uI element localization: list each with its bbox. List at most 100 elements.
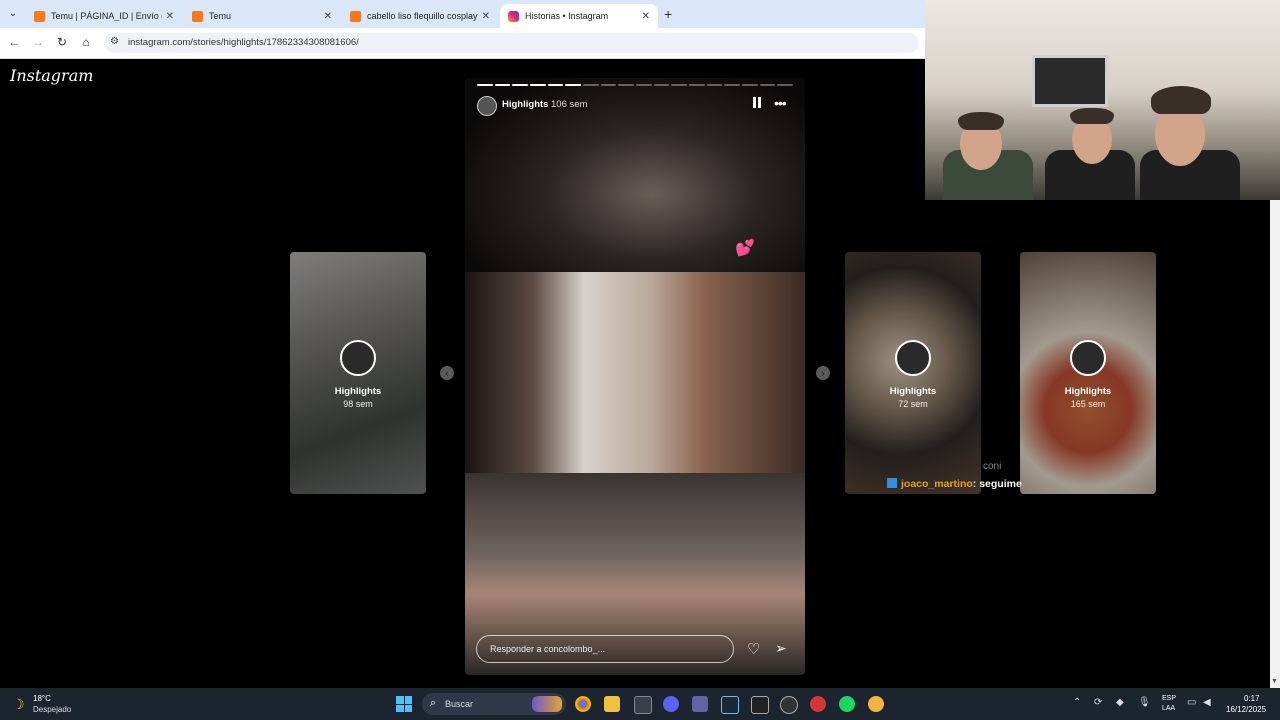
volume-icon[interactable]: ◀ — [1203, 697, 1211, 708]
teams-icon[interactable] — [692, 696, 708, 712]
story-username[interactable]: Highlights — [502, 99, 548, 110]
new-tab-plus-icon[interactable]: + — [664, 6, 672, 22]
weather-temperature[interactable]: 18°C — [33, 694, 51, 703]
browser-tab-temu-3[interactable]: cabello liso flequillo cosplay fle ✕ — [342, 4, 498, 28]
close-tab-icon[interactable]: ✕ — [324, 11, 332, 22]
epic-games-icon[interactable] — [751, 696, 769, 714]
back-arrow-icon[interactable]: ← — [6, 35, 22, 49]
card-time: 98 sem — [343, 399, 373, 409]
chat-badge-icon — [887, 478, 897, 488]
progress-segment — [724, 84, 741, 86]
clock-date[interactable]: 16/12/2025 — [1226, 705, 1266, 714]
clock-time[interactable]: 0:17 — [1244, 694, 1260, 703]
progress-segment — [600, 84, 617, 86]
taskbar-search-box[interactable]: ⌕ Buscar — [422, 693, 566, 715]
card-time: 165 sem — [1070, 399, 1106, 409]
game-launcher-icon[interactable] — [810, 696, 826, 712]
progress-segment — [565, 84, 582, 86]
reload-icon[interactable]: ↻ — [54, 35, 70, 49]
more-options-icon[interactable]: ••• — [774, 95, 787, 111]
chat-message: joaco_martino: seguime — [887, 478, 1022, 490]
browser-tab-temu-1[interactable]: Temu | PÁGINA_ID | Envío gratu ✕ — [26, 4, 182, 28]
progress-segment — [742, 84, 758, 86]
url-text[interactable]: instagram.com/stories/highlights/1786233… — [128, 37, 359, 48]
browser-tab-instagram[interactable]: Historias • Instagram ✕ — [500, 4, 658, 28]
chrome-icon[interactable] — [575, 696, 591, 712]
close-tab-icon[interactable]: ✕ — [166, 11, 174, 22]
app-notification-icon[interactable] — [868, 696, 884, 712]
progress-segment — [777, 84, 794, 86]
show-hidden-icons-chevron-icon[interactable]: ⌃ — [1073, 697, 1081, 708]
weather-description[interactable]: Despejado — [33, 705, 71, 714]
card-title: Highlights — [334, 386, 382, 397]
avatar — [1070, 340, 1106, 376]
tab-label: Temu | PÁGINA_ID | Envío gratu — [51, 11, 162, 21]
file-explorer-icon[interactable] — [604, 696, 620, 712]
story-progress-bar — [477, 84, 794, 86]
avatar[interactable] — [477, 96, 497, 116]
instagram-icon — [508, 10, 519, 22]
browser-tab-temu-2[interactable]: Temu ✕ — [184, 4, 340, 28]
instagram-logo[interactable]: Instagram — [10, 66, 93, 85]
person-hair — [1070, 108, 1114, 124]
send-direct-icon[interactable]: ➢ — [775, 640, 787, 657]
highlight-preview-card-left[interactable]: Highlights 98 sem — [290, 252, 426, 494]
search-highlight-image — [532, 696, 562, 712]
scroll-down-arrow-icon[interactable]: ▼ — [1271, 678, 1278, 685]
reply-input[interactable]: Responder a concolombo_... — [476, 635, 734, 663]
temu-icon — [350, 10, 361, 22]
progress-segment — [530, 84, 546, 86]
progress-segment — [547, 84, 564, 86]
tab-label: cabello liso flequillo cosplay fle — [367, 11, 478, 21]
progress-segment — [759, 84, 776, 86]
keyboard-language[interactable]: ESP — [1162, 695, 1176, 702]
windows-taskbar: ☽ 18°C Despejado ⌕ Buscar ⌃ ⟳ ◆ 🎙 ESP LA… — [0, 688, 1280, 720]
story-timestamp: 106 sem — [551, 99, 588, 110]
next-story-chevron-icon[interactable]: › — [816, 366, 830, 380]
steam-icon[interactable] — [721, 696, 739, 714]
chat-text: : seguime — [972, 478, 1022, 490]
obs-icon[interactable] — [780, 696, 798, 714]
discord-icon[interactable] — [663, 696, 679, 712]
page-scrollbar[interactable] — [1270, 200, 1280, 688]
close-tab-icon[interactable]: ✕ — [642, 11, 650, 22]
highlight-preview-card-right-1[interactable]: Highlights 72 sem — [845, 252, 981, 494]
card-title: Highlights — [1064, 386, 1112, 397]
tab-label: Temu — [209, 11, 232, 21]
microsoft-store-icon[interactable] — [634, 696, 652, 714]
site-info-icon[interactable]: ⚙ — [110, 36, 119, 47]
network-icon[interactable]: ▭ — [1187, 697, 1196, 708]
highlight-preview-card-right-2[interactable]: Highlights 165 sem — [1020, 252, 1156, 494]
person-hair — [958, 112, 1004, 130]
tray-app-icon[interactable]: ◆ — [1116, 697, 1124, 708]
progress-segment — [689, 84, 705, 86]
windows-start-icon[interactable] — [396, 696, 412, 712]
home-icon[interactable]: ⌂ — [78, 35, 94, 49]
card-title: Highlights — [889, 386, 937, 397]
temu-icon — [192, 10, 203, 22]
story-photo-middle — [465, 272, 805, 473]
person-hair — [1151, 86, 1211, 114]
tab-search-dropdown-icon[interactable]: ⌄ — [5, 6, 21, 22]
progress-segment — [494, 84, 511, 86]
keyboard-layout[interactable]: LAA — [1162, 705, 1175, 712]
browser-tab-bar: ⌄ Temu | PÁGINA_ID | Envío gratu ✕ Temu … — [0, 0, 925, 28]
spotify-icon[interactable] — [839, 696, 855, 712]
hearts-sticker-icon: 💕 — [735, 240, 755, 257]
previous-story-chevron-icon[interactable]: ‹ — [440, 366, 454, 380]
wall-picture-frame — [1032, 55, 1108, 107]
microphone-icon[interactable]: 🎙 — [1138, 697, 1151, 708]
like-heart-icon[interactable]: ♡ — [747, 640, 760, 658]
webcam-overlay — [925, 0, 1280, 200]
progress-segment — [636, 84, 652, 86]
tab-label: Historias • Instagram — [525, 11, 609, 21]
sync-icon[interactable]: ⟳ — [1094, 697, 1102, 708]
close-tab-icon[interactable]: ✕ — [482, 11, 490, 22]
chat-faded-message: coni — [983, 461, 1002, 472]
progress-segment — [512, 84, 529, 86]
forward-arrow-icon[interactable]: → — [30, 35, 46, 49]
address-bar[interactable]: ⚙ instagram.com/stories/highlights/17862… — [104, 33, 919, 53]
browser-toolbar: ← → ↻ ⌂ ⚙ instagram.com/stories/highligh… — [0, 28, 925, 59]
pause-icon[interactable] — [752, 97, 762, 109]
moon-weather-icon[interactable]: ☽ — [12, 696, 25, 713]
